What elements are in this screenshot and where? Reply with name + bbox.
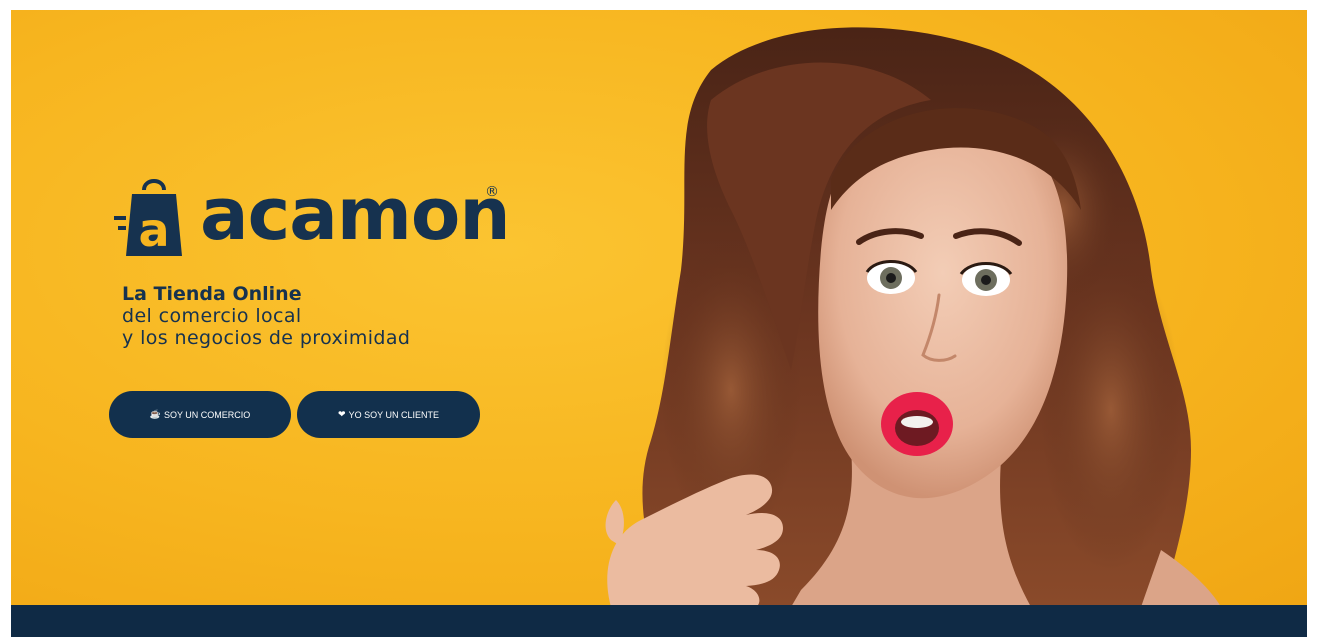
- svg-text:a: a: [138, 203, 169, 257]
- navy-footer-band: [11, 605, 1307, 637]
- store-icon: ☕: [149, 409, 161, 419]
- landing-page: a acamon ® La Tienda Online del comercio…: [0, 0, 1318, 637]
- hero-banner: a acamon ® La Tienda Online del comercio…: [11, 10, 1307, 607]
- yo-soy-un-cliente-label: YO SOY UN CLIENTE: [348, 409, 439, 420]
- brand-wordmark: acamon: [200, 172, 511, 256]
- brand-logo[interactable]: a acamon ®: [114, 172, 514, 262]
- shopping-bag-icon: a: [114, 179, 182, 257]
- heart-icon: ❤: [338, 409, 346, 419]
- hero-tagline: La Tienda Online del comercio local y lo…: [122, 283, 502, 349]
- registered-mark: ®: [485, 184, 499, 200]
- soy-un-comercio-button[interactable]: ☕ SOY UN COMERCIO: [109, 391, 291, 438]
- tagline-line-2: del comercio local: [122, 305, 302, 327]
- yo-soy-un-cliente-button[interactable]: ❤ YO SOY UN CLIENTE: [297, 391, 480, 438]
- tagline-line-1: La Tienda Online: [122, 283, 302, 305]
- tagline-line-3: y los negocios de proximidad: [122, 327, 411, 349]
- soy-un-comercio-label: SOY UN COMERCIO: [163, 409, 251, 420]
